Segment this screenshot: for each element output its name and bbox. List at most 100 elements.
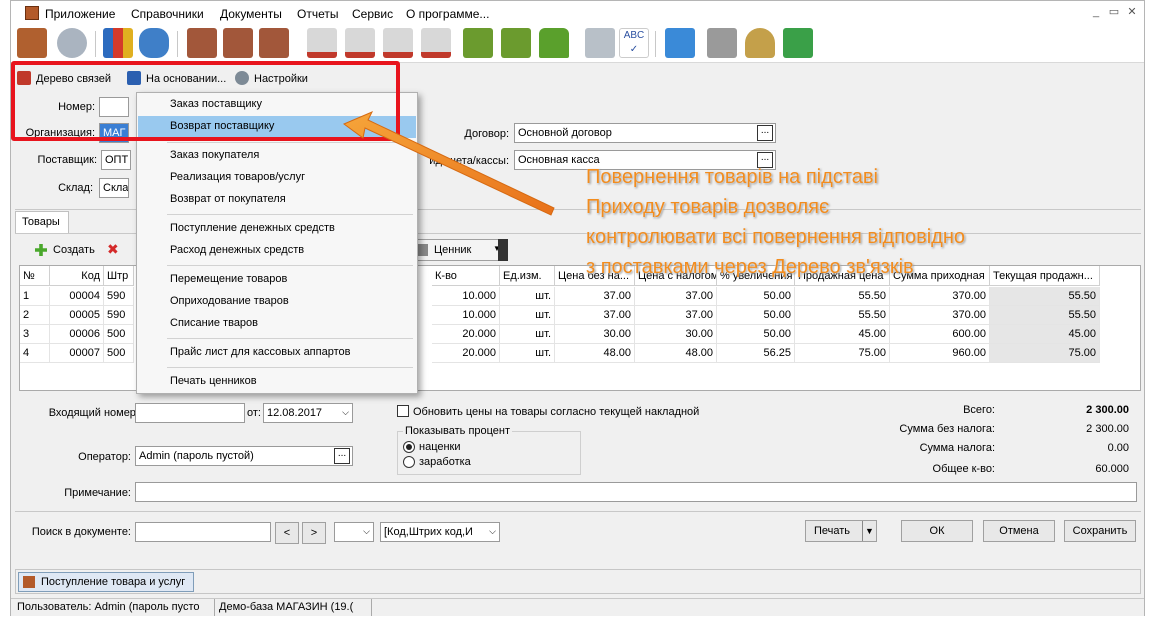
- warehouse-field[interactable]: Скла: [99, 178, 129, 198]
- menu-references[interactable]: Справочники: [131, 7, 204, 21]
- table-cell[interactable]: шт.: [500, 287, 555, 306]
- table-cell[interactable]: 37.00: [555, 287, 635, 306]
- menu-transfer[interactable]: Перемещение товаров: [138, 269, 416, 291]
- table-cell[interactable]: 20.000: [432, 344, 500, 363]
- table-cell[interactable]: 30.00: [555, 325, 635, 344]
- supplier-field[interactable]: ОПТ: [101, 150, 131, 170]
- export-icon[interactable]: [665, 28, 695, 58]
- menu-service[interactable]: Сервис: [352, 7, 393, 21]
- taskbar-doc-button[interactable]: Поступление товара и услуг: [18, 572, 194, 592]
- money-remove-icon[interactable]: [501, 28, 531, 58]
- operator-select-button[interactable]: ...: [334, 448, 350, 464]
- table-cell[interactable]: шт.: [500, 325, 555, 344]
- table-cell[interactable]: 48.00: [635, 344, 717, 363]
- table-cell[interactable]: 2: [20, 306, 50, 325]
- table-cell[interactable]: 50.00: [717, 287, 795, 306]
- number-field[interactable]: [99, 97, 129, 117]
- table-cell[interactable]: 55.50: [990, 306, 1100, 325]
- cancel-button[interactable]: Отмена: [983, 520, 1055, 542]
- table-cell[interactable]: 30.00: [635, 325, 717, 344]
- chevron-down-icon[interactable]: ⌵: [342, 407, 349, 418]
- create-button[interactable]: Создать: [53, 244, 95, 256]
- table-cell[interactable]: 37.00: [635, 287, 717, 306]
- menu-cash-out[interactable]: Расход денежных средств: [138, 240, 416, 262]
- note-field[interactable]: [135, 482, 1137, 502]
- table-cell[interactable]: 55.50: [795, 287, 890, 306]
- contract-select-button[interactable]: ...: [757, 125, 773, 141]
- table-cell[interactable]: 370.00: [890, 287, 990, 306]
- search-prev-button[interactable]: <: [275, 522, 299, 544]
- basket-edit-icon[interactable]: [345, 28, 375, 58]
- table-cell[interactable]: 50.00: [717, 325, 795, 344]
- menu-print-tags[interactable]: Печать ценников: [138, 371, 416, 393]
- settings-button[interactable]: Настройки: [254, 73, 308, 85]
- table-cell[interactable]: 37.00: [635, 306, 717, 325]
- col-header-code[interactable]: Код: [50, 266, 104, 286]
- users-icon[interactable]: [139, 28, 169, 58]
- basket-arrow-icon[interactable]: [421, 28, 451, 58]
- col-header-number[interactable]: №: [20, 266, 50, 286]
- table-cell[interactable]: 370.00: [890, 306, 990, 325]
- money-add-icon[interactable]: [463, 28, 493, 58]
- doc-add-icon[interactable]: [223, 28, 253, 58]
- table-cell[interactable]: 20.000: [432, 325, 500, 344]
- org-field[interactable]: МАГ: [99, 123, 129, 143]
- doc-remove-icon[interactable]: [259, 28, 289, 58]
- search-fields-select[interactable]: [Код,Штрих код,И ⌵: [380, 522, 500, 542]
- table-cell[interactable]: шт.: [500, 306, 555, 325]
- table-cell[interactable]: 590: [104, 306, 134, 325]
- menu-app[interactable]: Приложение: [45, 7, 115, 21]
- table-cell[interactable]: 00005: [50, 306, 104, 325]
- profit-radio[interactable]: [403, 456, 415, 468]
- calculator-icon[interactable]: [585, 28, 615, 58]
- markup-radio[interactable]: [403, 441, 415, 453]
- close-icon[interactable]: ✕: [1125, 5, 1139, 19]
- table-cell[interactable]: 500: [104, 325, 134, 344]
- table-cell[interactable]: 55.50: [795, 306, 890, 325]
- delete-icon[interactable]: ✖: [107, 242, 120, 256]
- table-cell[interactable]: 1: [20, 287, 50, 306]
- books-icon[interactable]: [103, 28, 133, 58]
- incoming-number-field[interactable]: [135, 403, 245, 423]
- update-prices-checkbox[interactable]: [397, 405, 409, 417]
- truck-icon[interactable]: [539, 28, 569, 58]
- table-cell[interactable]: 00007: [50, 344, 104, 363]
- table-cell[interactable]: 48.00: [555, 344, 635, 363]
- scales-icon[interactable]: [745, 28, 775, 58]
- col-header-qty[interactable]: К-во: [432, 266, 500, 286]
- price-tag-button[interactable]: Ценник ▼: [409, 239, 505, 261]
- tab-goods[interactable]: Товары: [15, 211, 69, 233]
- tree-button[interactable]: Дерево связей: [36, 73, 111, 85]
- menu-write-off[interactable]: Списание тваров: [138, 313, 416, 335]
- menu-documents[interactable]: Документы: [220, 7, 282, 21]
- spellcheck-icon[interactable]: ABC ✓: [619, 28, 649, 58]
- col-header-unit[interactable]: Ед.изм.: [500, 266, 555, 286]
- minimize-icon[interactable]: _: [1089, 5, 1103, 19]
- search-input[interactable]: [135, 522, 271, 542]
- table-cell[interactable]: 45.00: [990, 325, 1100, 344]
- table-cell[interactable]: 600.00: [890, 325, 990, 344]
- basket-star-icon[interactable]: [307, 28, 337, 58]
- menu-price-list[interactable]: Прайс лист для кассовых аппартов: [138, 342, 416, 364]
- menu-reports[interactable]: Отчеты: [297, 7, 338, 21]
- table-cell[interactable]: 500: [104, 344, 134, 363]
- table-cell[interactable]: 55.50: [990, 287, 1100, 306]
- table-cell[interactable]: 10.000: [432, 287, 500, 306]
- menu-posting[interactable]: Оприходование тваров: [138, 291, 416, 313]
- doc-star-icon[interactable]: [187, 28, 217, 58]
- lock-icon[interactable]: [57, 28, 87, 58]
- table-cell[interactable]: 960.00: [890, 344, 990, 363]
- search-next-button[interactable]: >: [302, 522, 326, 544]
- table-cell[interactable]: 45.00: [795, 325, 890, 344]
- table-cell[interactable]: 56.25: [717, 344, 795, 363]
- ok-button[interactable]: ОК: [901, 520, 973, 542]
- exit-icon[interactable]: [17, 28, 47, 58]
- basket-edit2-icon[interactable]: [383, 28, 413, 58]
- table-cell[interactable]: 00004: [50, 287, 104, 306]
- print-button[interactable]: Печать ▼: [805, 520, 877, 542]
- table-cell[interactable]: 50.00: [717, 306, 795, 325]
- date-field[interactable]: 12.08.2017 ⌵: [263, 403, 353, 423]
- table-cell[interactable]: 590: [104, 287, 134, 306]
- col-header-barcode[interactable]: Штр: [104, 266, 134, 286]
- table-cell[interactable]: 3: [20, 325, 50, 344]
